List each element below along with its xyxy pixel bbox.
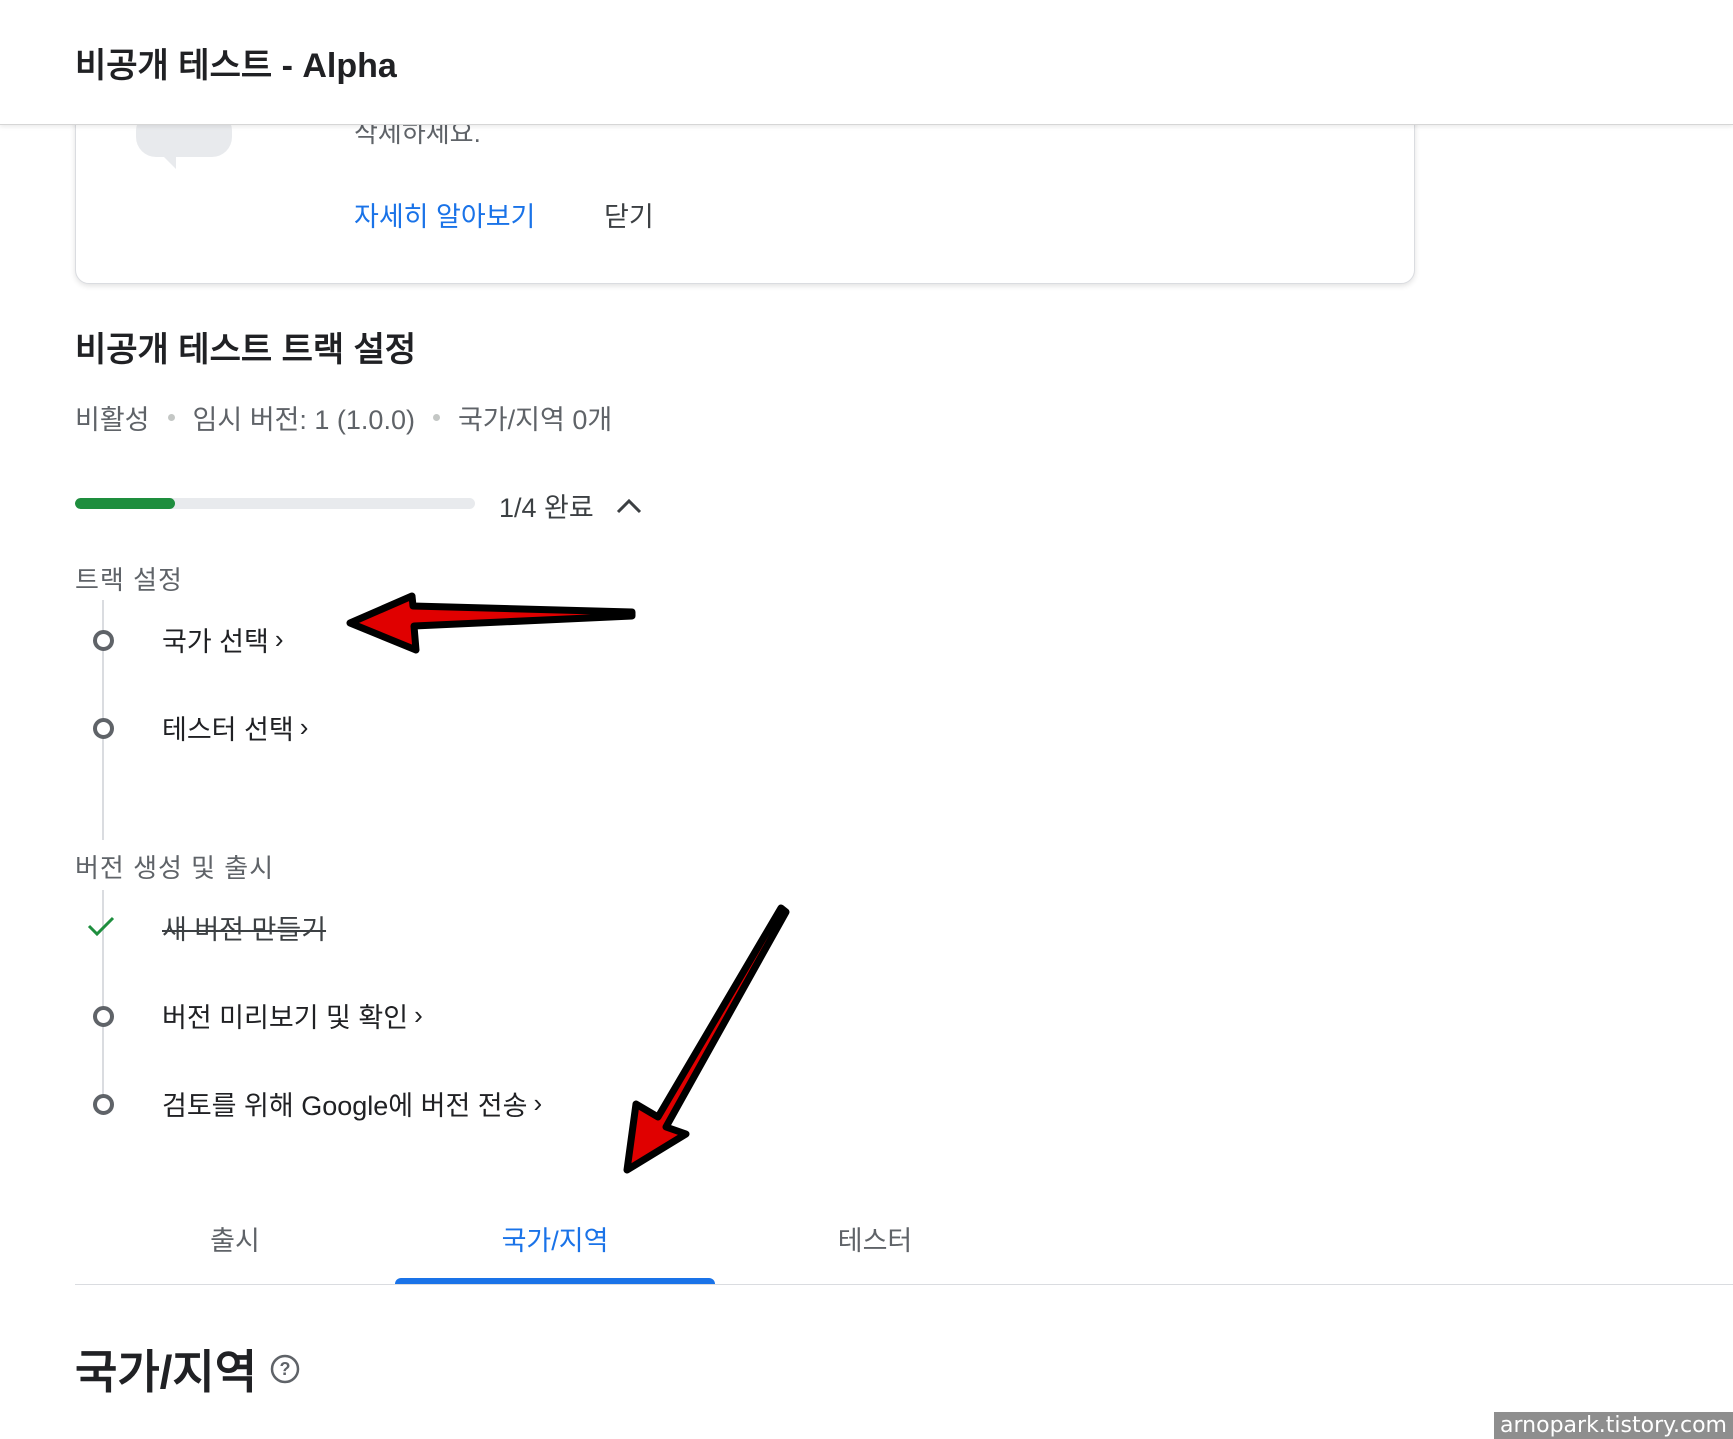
group-title-track-setup: 트랙 설정 — [75, 565, 183, 595]
tab-bar: 출시 국가/지역 테스터 — [75, 1210, 1733, 1285]
step-create-release: 새 버전 만들기 — [162, 908, 326, 947]
step-circle-icon — [93, 1094, 114, 1115]
group-title-release: 버전 생성 및 출시 — [75, 853, 275, 883]
step-label: 버전 미리보기 및 확인 — [162, 1003, 409, 1033]
annotation-arrow — [623, 904, 790, 1174]
learn-more-link[interactable]: 자세히 알아보기 — [354, 195, 535, 234]
tab-label: 출시 — [210, 1226, 260, 1256]
annotation-arrow — [346, 592, 636, 654]
step-send-for-review[interactable]: 검토를 위해 Google에 버전 전송 › — [162, 1084, 542, 1123]
chevron-right-icon: › — [414, 1000, 423, 1030]
track-meta: 비활성 임시 버전: 1 (1.0.0) 국가/지역 0개 — [75, 398, 612, 437]
step-select-testers[interactable]: 테스터 선택 › — [162, 708, 308, 747]
release-text: 임시 버전: 1 (1.0.0) — [192, 405, 415, 435]
step-circle-icon — [93, 1006, 114, 1027]
tab-countries[interactable]: 국가/지역 — [395, 1210, 715, 1284]
progress-label: 1/4 완료 — [499, 493, 594, 523]
chevron-up-icon — [616, 490, 642, 521]
heading-text: 국가/지역 — [75, 1346, 258, 1398]
close-button[interactable]: 닫기 — [604, 195, 654, 234]
step-label: 국가 선택 — [162, 627, 269, 657]
step-select-countries[interactable]: 국가 선택 › — [162, 620, 284, 659]
step-preview-release[interactable]: 버전 미리보기 및 확인 › — [162, 996, 423, 1035]
track-setup-title: 비공개 테스트 트랙 설정 — [75, 331, 417, 369]
tab-label: 테스터 — [837, 1226, 913, 1256]
countries-count: 국가/지역 0개 — [457, 405, 613, 435]
tab-release[interactable]: 출시 — [75, 1210, 395, 1284]
watermark: arnopark.tistory.com — [1494, 1412, 1733, 1439]
chevron-right-icon: › — [533, 1088, 543, 1118]
status-text: 비활성 — [75, 405, 150, 435]
tab-testers[interactable]: 테스터 — [715, 1210, 1035, 1284]
help-icon[interactable]: ? — [269, 1342, 301, 1396]
step-label: 새 버전 만들기 — [162, 915, 327, 945]
separator-dot — [432, 414, 440, 421]
progress-toggle[interactable]: 1/4 완료 — [499, 486, 642, 525]
active-tab-indicator — [395, 1278, 715, 1284]
check-icon — [86, 914, 116, 943]
top-app-bar: 비공개 테스트 - Alpha — [0, 0, 1733, 125]
progress-bar-fill — [75, 498, 175, 509]
chevron-right-icon: › — [299, 712, 309, 742]
page-title: 비공개 테스트 - Alpha — [75, 47, 397, 85]
separator-dot — [167, 414, 175, 421]
step-circle-icon — [93, 718, 114, 739]
countries-heading: 국가/지역 ? — [75, 1336, 301, 1402]
progress-bar — [75, 498, 475, 509]
step-circle-icon — [93, 630, 114, 651]
svg-text:?: ? — [280, 1359, 291, 1379]
speech-bubble-tail — [154, 147, 176, 169]
step-label: 테스터 선택 — [162, 715, 294, 745]
step-label: 검토를 위해 Google에 버전 전송 — [162, 1091, 528, 1121]
chevron-right-icon: › — [274, 624, 284, 654]
tab-label: 국가/지역 — [501, 1226, 609, 1256]
